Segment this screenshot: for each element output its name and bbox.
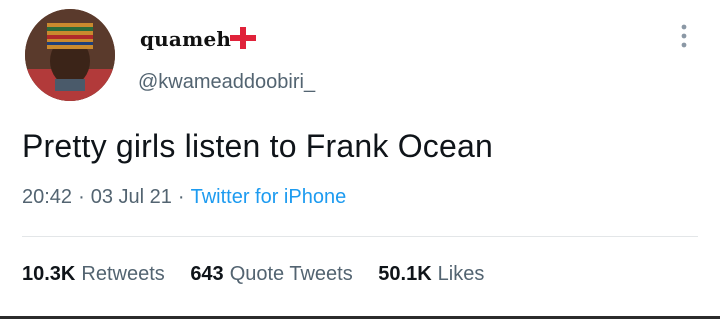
display-name[interactable]: quameh: [140, 27, 231, 51]
meta-separator: ·: [78, 186, 85, 208]
avatar[interactable]: [25, 9, 115, 101]
more-options-icon[interactable]: [674, 22, 694, 50]
quote-tweets-count: 643: [190, 263, 224, 285]
avatar-image: [25, 9, 115, 101]
tweet-card: quameh @kwameaddoobiri_ Pretty girls lis…: [0, 0, 720, 322]
meta-separator: ·: [177, 186, 185, 208]
divider: [22, 236, 698, 237]
tweet-stats: 10.3K Retweets 643 Quote Tweets 50.1K Likes: [22, 263, 504, 286]
tweet-meta: 20:42 · 03 Jul 21 · Twitter for iPhone: [22, 186, 346, 209]
likes-count: 50.1K: [378, 263, 432, 285]
likes-label: Likes: [437, 263, 485, 285]
retweets-count: 10.3K: [22, 263, 76, 285]
tweet-source-link[interactable]: Twitter for iPhone: [191, 186, 347, 208]
quote-tweets-label: Quote Tweets: [229, 263, 353, 285]
tweet-date: 03 Jul 21: [90, 186, 172, 208]
likes-stat[interactable]: 50.1K Likes: [378, 263, 484, 286]
bottom-border: [0, 316, 720, 319]
user-handle[interactable]: @kwameaddoobiri_: [138, 71, 315, 94]
tweet-time: 20:42: [22, 186, 73, 208]
tweet-text: Pretty girls listen to Frank Ocean: [22, 128, 493, 164]
england-flag-icon: [230, 27, 256, 49]
retweets-label: Retweets: [81, 263, 165, 285]
quote-tweets-stat[interactable]: 643 Quote Tweets: [190, 263, 352, 286]
retweets-stat[interactable]: 10.3K Retweets: [22, 263, 165, 286]
